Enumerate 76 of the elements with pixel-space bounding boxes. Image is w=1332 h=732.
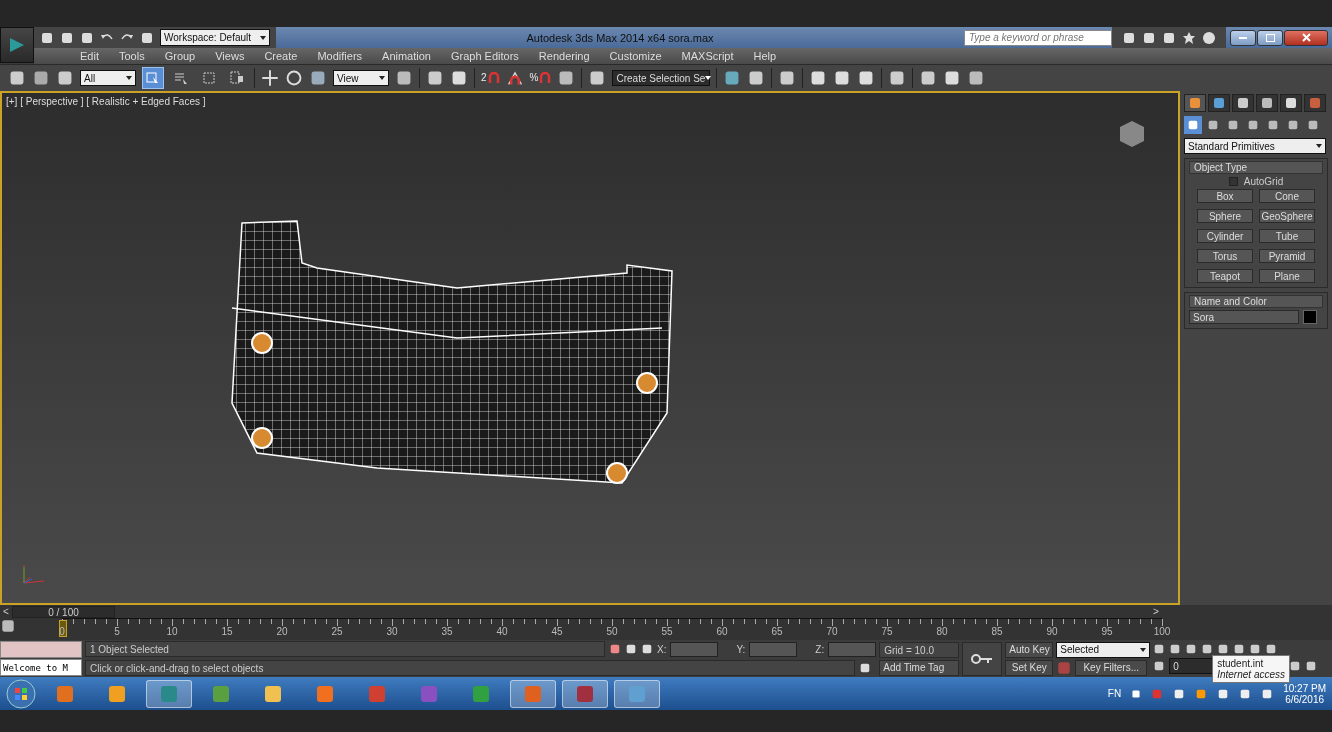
- search-field[interactable]: Type a keyword or phrase: [964, 29, 1112, 46]
- frame-number: 85: [991, 626, 1003, 637]
- menu-item[interactable]: Modifiers: [309, 50, 375, 62]
- add-time-tag-button[interactable]: Add Time Tag: [879, 659, 960, 676]
- status-text: 1 Object Selected: [85, 641, 605, 657]
- viewport-label[interactable]: [+] [ Perspective ] [ Realistic + Edged Faces ]: [6, 96, 206, 107]
- frame-number: 0: [59, 626, 65, 637]
- workspace-dropdown[interactable]: Workspace: Default: [160, 29, 270, 46]
- frame-number: 95: [1101, 626, 1113, 637]
- snap-toggle-button[interactable]: 2: [481, 72, 500, 84]
- primitives-dropdown[interactable]: Standard Primitives: [1184, 138, 1326, 154]
- frame-number: 45: [551, 626, 563, 637]
- frame-number: 55: [661, 626, 673, 637]
- frame-number: 70: [826, 626, 838, 637]
- key-filters-button[interactable]: Key Filters...: [1075, 659, 1148, 676]
- menu-item[interactable]: Create: [256, 50, 310, 62]
- menu-item[interactable]: Graph Editors: [442, 50, 531, 62]
- frame-number: 75: [881, 626, 893, 637]
- frame-number: 30: [386, 626, 398, 637]
- frame-number: 65: [771, 626, 783, 637]
- menu-item[interactable]: Edit: [72, 50, 111, 62]
- frame-number: 80: [936, 626, 948, 637]
- grid-text: Grid = 10.0: [879, 641, 960, 658]
- frame-number: 20: [276, 626, 288, 637]
- coordinate-label: X:: [657, 643, 667, 655]
- frame-number: 5: [114, 626, 120, 637]
- tooltip-title: student.int: [1217, 658, 1265, 669]
- frame-number: 90: [1046, 626, 1058, 637]
- tooltip-subtitle: Internet access: [1217, 669, 1285, 680]
- named-selection-dropdown[interactable]: Create Selection Se: [612, 70, 711, 86]
- menu-item[interactable]: Group: [156, 50, 208, 62]
- coordinate-label: Y:: [736, 643, 746, 655]
- window-title: Autodesk 3ds Max 2014 x64 sora.max: [525, 31, 715, 44]
- prompt-text: Click or click-and-drag to select objects: [85, 660, 855, 676]
- primitive-button[interactable]: Teapot: [1197, 269, 1253, 283]
- previous-frame-button[interactable]: <: [0, 606, 12, 617]
- auto-key-button[interactable]: Auto Key: [1005, 641, 1054, 658]
- language-indicator[interactable]: FN: [1107, 688, 1122, 699]
- primitive-button[interactable]: Sphere: [1197, 209, 1253, 223]
- menu-item[interactable]: Tools: [110, 50, 157, 62]
- frame-number: 60: [716, 626, 728, 637]
- checkbox-label: AutoGrid: [1243, 176, 1284, 187]
- primitive-button[interactable]: Cylinder: [1197, 229, 1253, 243]
- frame-number: 10: [166, 626, 178, 637]
- menu-item[interactable]: Views: [207, 50, 257, 62]
- frame-number: 15: [221, 626, 233, 637]
- selection-filter-dropdown[interactable]: All: [80, 70, 136, 86]
- object-name-field[interactable]: Sora: [1189, 310, 1299, 324]
- primitive-button[interactable]: Torus: [1197, 249, 1253, 263]
- set-key-button[interactable]: Set Key: [1005, 659, 1054, 676]
- menu-item[interactable]: Rendering: [530, 50, 602, 62]
- coordinate-label: Z:: [815, 643, 825, 655]
- percent-snap-button[interactable]: %: [529, 72, 552, 84]
- coordinate-system-dropdown[interactable]: View: [333, 70, 389, 86]
- menu-item[interactable]: MAXScript: [673, 50, 746, 62]
- primitive-button[interactable]: GeoSphere: [1259, 209, 1315, 223]
- clock[interactable]: 10:27 PM 6/6/2016: [1283, 682, 1326, 705]
- primitive-button[interactable]: Pyramid: [1259, 249, 1315, 263]
- menu-item[interactable]: Animation: [374, 50, 443, 62]
- key-mode-dropdown[interactable]: Selected: [1056, 641, 1151, 658]
- menu-item[interactable]: Customize: [601, 50, 674, 62]
- primitive-button[interactable]: Tube: [1259, 229, 1315, 243]
- frame-number: 35: [441, 626, 453, 637]
- frame-number: 25: [331, 626, 343, 637]
- rollout-header[interactable]: Object Type: [1189, 161, 1323, 174]
- maxscript-field[interactable]: Welcome to M: [0, 659, 82, 676]
- next-frame-button[interactable]: >: [1150, 606, 1162, 617]
- frame-number: 100: [1153, 626, 1171, 637]
- menu-item[interactable]: Help: [745, 50, 789, 62]
- frame-number: 50: [606, 626, 618, 637]
- primitive-button[interactable]: Cone: [1259, 189, 1315, 203]
- rollout-header[interactable]: Name and Color: [1189, 295, 1323, 308]
- frame-number: 40: [496, 626, 508, 637]
- primitive-button[interactable]: Box: [1197, 189, 1253, 203]
- primitive-button[interactable]: Plane: [1259, 269, 1315, 283]
- time-slider-thumb[interactable]: 0 / 100: [12, 605, 115, 618]
